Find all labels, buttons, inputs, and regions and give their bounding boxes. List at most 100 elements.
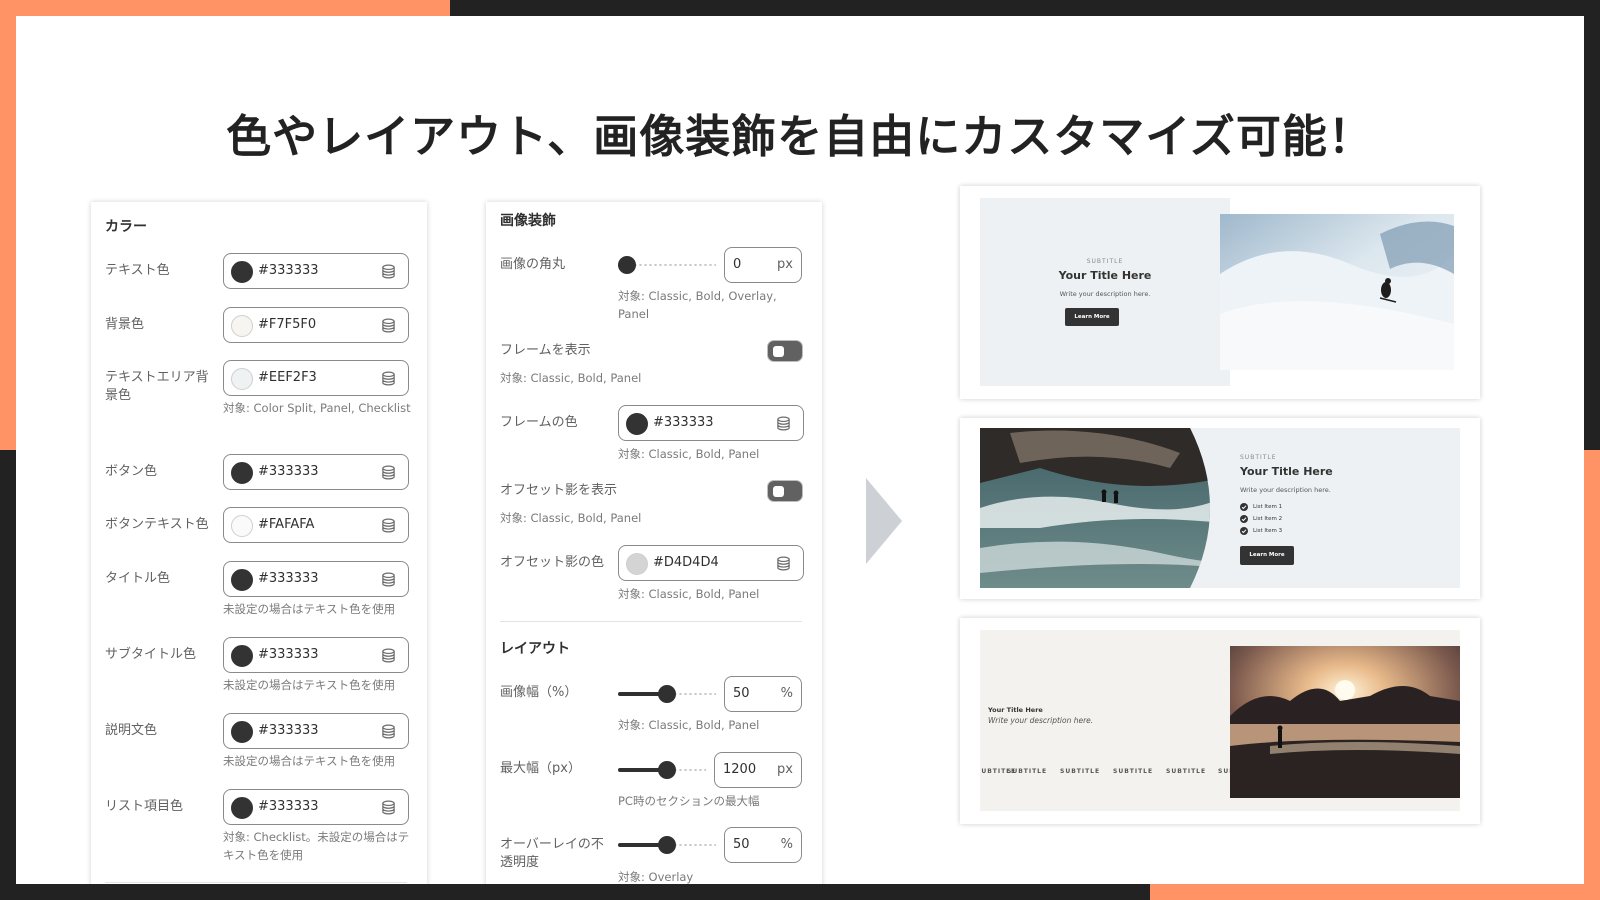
database-icon[interactable] xyxy=(381,518,396,533)
database-icon[interactable] xyxy=(381,318,396,333)
button-text-color-field[interactable]: #FAFAFA xyxy=(223,507,409,543)
color-swatch[interactable] xyxy=(231,721,253,743)
arrow-right-icon xyxy=(866,478,902,564)
slide-canvas: 色やレイアウト、画像装飾を自由にカスタマイズ可能！ カラー テキスト色 #333… xyxy=(16,16,1584,884)
max-width-slider[interactable] xyxy=(618,760,706,780)
color-swatch[interactable] xyxy=(231,315,253,337)
color-hex-value: #333333 xyxy=(258,723,319,738)
button-color-field[interactable]: #333333 xyxy=(223,454,409,490)
database-icon[interactable] xyxy=(381,572,396,587)
database-icon[interactable] xyxy=(381,800,396,815)
field-help-text: 対象: Color Split, Panel, Checklist xyxy=(223,401,411,415)
color-swatch[interactable] xyxy=(231,368,253,390)
textarea-background-color-field[interactable]: #EEF2F3 xyxy=(223,360,409,396)
preview-marquee-layout: Your Title Here Write your description h… xyxy=(960,618,1480,824)
color-hex-value: #333333 xyxy=(653,415,714,430)
image-width-slider[interactable] xyxy=(618,684,716,704)
section-title-layout: レイアウト xyxy=(500,641,570,657)
image-width-input[interactable]: 50 % xyxy=(724,676,802,712)
label-subtitle-color: サブタイトル色 xyxy=(105,647,197,662)
surf-photo xyxy=(980,428,1210,588)
database-icon[interactable] xyxy=(381,264,396,279)
preview-title: Your Title Here xyxy=(1058,269,1152,282)
corner-radius-slider[interactable] xyxy=(618,255,716,275)
database-icon[interactable] xyxy=(776,416,791,431)
color-swatch[interactable] xyxy=(626,553,648,575)
database-icon[interactable] xyxy=(381,371,396,386)
snow-skier-photo xyxy=(1220,214,1454,370)
label-background-color: 背景色 xyxy=(105,317,145,332)
section-title-image-decoration: 画像装飾 xyxy=(500,213,556,229)
subtitle-color-field[interactable]: #333333 xyxy=(223,637,409,673)
max-width-input[interactable]: 1200 px xyxy=(714,752,802,788)
preview-title: Your Title Here xyxy=(1240,465,1333,478)
color-swatch[interactable] xyxy=(231,261,253,283)
color-hex-value: #333333 xyxy=(258,263,319,278)
list-item: List Item 1 xyxy=(1240,501,1282,513)
slider-knob[interactable] xyxy=(658,836,676,854)
title-color-field[interactable]: #333333 xyxy=(223,561,409,597)
label-show-frame: フレームを表示 xyxy=(500,343,591,358)
label-title-color: タイトル色 xyxy=(105,571,171,586)
database-icon[interactable] xyxy=(381,724,396,739)
color-swatch[interactable] xyxy=(231,515,253,537)
number-value: 1200 xyxy=(723,762,757,777)
label-overlay-opacity: オーバーレイの不透明度 xyxy=(500,837,604,870)
color-hex-value: #333333 xyxy=(258,799,319,814)
preview-subtitle: SUBTITLE xyxy=(1240,454,1277,461)
color-swatch[interactable] xyxy=(231,797,253,819)
text-color-field[interactable]: #333333 xyxy=(223,253,409,289)
color-swatch[interactable] xyxy=(231,569,253,591)
field-help-text: 未設定の場合はテキスト色を使用 xyxy=(223,602,396,616)
label-image-width: 画像幅（%） xyxy=(500,685,578,700)
color-hex-value: #333333 xyxy=(258,647,319,662)
headline: 色やレイアウト、画像装飾を自由にカスタマイズ可能！ xyxy=(226,110,1374,163)
preview-checklist-layout: SUBTITLE Your Title Here Write your desc… xyxy=(960,418,1480,599)
field-help-text: 対象: Classic, Bold, Overlay, Panel xyxy=(618,289,777,321)
list-item-color-field[interactable]: #333333 xyxy=(223,789,409,825)
preview-description: Write your description here. xyxy=(1240,486,1331,494)
field-help-text: 対象: Classic, Bold, Panel xyxy=(618,447,760,461)
section-title-colors: カラー xyxy=(105,219,147,235)
color-swatch[interactable] xyxy=(231,645,253,667)
learn-more-button: Learn More xyxy=(1065,308,1119,326)
field-help-text: PC時のセクションの最大幅 xyxy=(618,794,760,808)
checklist: List Item 1 List Item 2 List Item 3 xyxy=(1240,501,1282,537)
color-hex-value: #EEF2F3 xyxy=(258,370,317,385)
label-list-item-color: リスト項目色 xyxy=(105,799,184,814)
overlay-opacity-input[interactable]: 50 % xyxy=(724,827,802,863)
number-value: 50 xyxy=(733,837,750,852)
show-offset-shadow-toggle[interactable] xyxy=(767,480,803,502)
label-frame-color: フレームの色 xyxy=(500,415,578,430)
slider-knob[interactable] xyxy=(658,685,676,703)
preview-subtitle: SUBTITLE xyxy=(1086,258,1124,265)
overlay-opacity-slider[interactable] xyxy=(618,835,716,855)
label-description-color: 説明文色 xyxy=(105,723,158,738)
background-color-field[interactable]: #F7F5F0 xyxy=(223,307,409,343)
offset-shadow-color-field[interactable]: #D4D4D4 xyxy=(618,545,804,581)
number-value: 50 xyxy=(733,686,750,701)
color-hex-value: #FAFAFA xyxy=(258,517,315,532)
unit-label: px xyxy=(777,762,793,777)
database-icon[interactable] xyxy=(776,556,791,571)
color-hex-value: #F7F5F0 xyxy=(258,317,317,332)
color-swatch[interactable] xyxy=(231,462,253,484)
corner-radius-input[interactable]: 0 px xyxy=(724,247,802,283)
database-icon[interactable] xyxy=(381,648,396,663)
description-color-field[interactable]: #333333 xyxy=(223,713,409,749)
show-frame-toggle[interactable] xyxy=(767,340,803,362)
field-help-text: 未設定の場合はテキスト色を使用 xyxy=(223,754,396,768)
preview-classic-layout: SUBTITLE Your Title Here Write your desc… xyxy=(960,186,1480,399)
beach-sunset-photo xyxy=(1230,646,1460,798)
check-circle-icon xyxy=(1240,527,1248,535)
color-swatch[interactable] xyxy=(626,413,648,435)
frame-color-field[interactable]: #333333 xyxy=(618,405,804,441)
unit-label: % xyxy=(780,686,793,701)
field-help-text: 対象: Overlay xyxy=(618,870,694,884)
database-icon[interactable] xyxy=(381,465,396,480)
slider-knob[interactable] xyxy=(657,761,676,779)
color-hex-value: #333333 xyxy=(258,464,319,479)
field-help-text: 対象: Classic, Bold, Panel xyxy=(618,587,760,601)
slider-knob[interactable] xyxy=(618,256,636,274)
color-hex-value: #333333 xyxy=(258,571,319,586)
